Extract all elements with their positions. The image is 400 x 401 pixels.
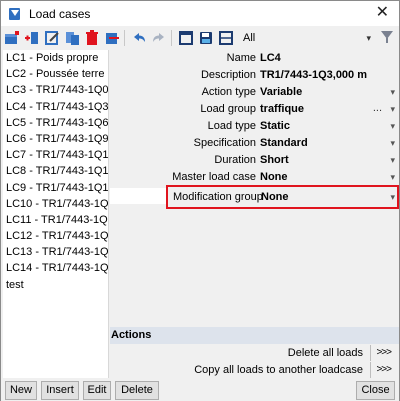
copy-all-loads-label: Copy all loads to another loadcase: [194, 364, 363, 376]
property-row-load-group[interactable]: Load group traffique ... ▾: [110, 102, 398, 118]
list-item[interactable]: LC13 - TR1/7443-1Q3...: [3, 244, 108, 260]
delete-button[interactable]: Delete: [115, 381, 159, 400]
delete-icon[interactable]: [83, 29, 101, 47]
action-type-label: Action type: [201, 86, 256, 98]
insert-icon[interactable]: [23, 29, 41, 47]
copy-icon[interactable]: [63, 29, 81, 47]
name-field[interactable]: LC4: [260, 52, 281, 64]
redo-icon[interactable]: [150, 29, 168, 47]
description-field[interactable]: TR1/7443-1Q3,000 m: [260, 69, 367, 81]
property-row-specification[interactable]: Specification Standard ▾: [110, 136, 398, 152]
chevron-down-icon[interactable]: ▾: [390, 192, 395, 203]
button-bar: New Insert Edit Delete Close: [1, 379, 399, 401]
edit-icon[interactable]: [43, 29, 61, 47]
save-icon[interactable]: [197, 29, 215, 47]
chevron-down-icon[interactable]: ▾: [390, 104, 395, 115]
action-separator: [370, 362, 371, 378]
list-item[interactable]: LC1 - Poids propre: [3, 50, 108, 66]
toolbar-separator: [171, 30, 172, 46]
new-button[interactable]: New: [5, 381, 37, 400]
load-cases-app-icon: [8, 7, 22, 21]
filter-funnel-icon-stem: [386, 38, 388, 43]
list-item[interactable]: LC14 - TR1/7443-1Q3...: [3, 260, 108, 276]
delete-all-loads-label: Delete all loads: [287, 347, 363, 359]
close-window-icon[interactable]: ✕: [376, 4, 389, 22]
close-button[interactable]: Close: [356, 381, 395, 400]
list-item[interactable]: LC9 - TR1/7443-1Q18...: [3, 180, 108, 196]
duration-label: Duration: [214, 154, 256, 166]
load-group-select[interactable]: traffique: [260, 103, 304, 115]
undo-icon[interactable]: [130, 29, 148, 47]
action-row-copy-all-loads: Copy all loads to another loadcase >>>: [110, 362, 399, 378]
save-as-icon[interactable]: [217, 29, 235, 47]
list-item[interactable]: LC2 - Poussée terre: [3, 66, 108, 82]
list-item[interactable]: LC7 - TR1/7443-1Q12...: [3, 147, 108, 163]
actions-header: Actions: [110, 327, 399, 344]
import-icon[interactable]: [103, 29, 121, 47]
delete-all-loads-button[interactable]: >>>: [376, 347, 392, 358]
chevron-down-icon[interactable]: ▾: [390, 87, 395, 98]
load-cases-window: Load cases ✕ All ▾ LC1 - Poids propre LC…: [0, 0, 400, 401]
list-item[interactable]: LC3 - TR1/7443-1Q0,...: [3, 82, 108, 98]
chevron-down-icon: ▾: [366, 33, 371, 43]
master-load-case-label: Master load case: [172, 171, 256, 183]
load-type-select[interactable]: Static: [260, 120, 290, 132]
modification-group-label: Modification group: [173, 191, 263, 203]
action-row-delete-all-loads: Delete all loads >>>: [110, 345, 399, 361]
window-title: Load cases: [29, 6, 91, 21]
specification-select[interactable]: Standard: [260, 137, 308, 149]
list-item[interactable]: LC6 - TR1/7443-1Q9,...: [3, 131, 108, 147]
edit-button[interactable]: Edit: [83, 381, 111, 400]
load-group-browse-button[interactable]: ...: [373, 102, 382, 114]
action-separator: [370, 345, 371, 361]
load-type-label: Load type: [207, 120, 256, 132]
property-row-name[interactable]: Name LC4: [110, 51, 398, 67]
property-row-master-load-case[interactable]: Master load case None ▾: [110, 170, 398, 186]
property-row-modification-group[interactable]: Modification group None ▾: [166, 185, 399, 209]
list-item[interactable]: LC4 - TR1/7443-1Q3,...: [3, 99, 108, 115]
load-case-list[interactable]: LC1 - Poids propre LC2 - Poussée terre L…: [3, 50, 109, 378]
description-label: Description: [200, 69, 256, 81]
property-row-duration[interactable]: Duration Short ▾: [110, 153, 398, 169]
chevron-down-icon[interactable]: ▾: [390, 138, 395, 149]
property-row-description[interactable]: Description TR1/7443-1Q3,000 m: [110, 68, 398, 84]
modification-group-select[interactable]: None: [261, 191, 289, 203]
table-icon[interactable]: [177, 29, 195, 47]
duration-select[interactable]: Short: [260, 154, 289, 166]
list-item[interactable]: LC8 - TR1/7443-1Q15...: [3, 163, 108, 179]
property-row-load-type[interactable]: Load type Static ▾: [110, 119, 398, 135]
filter-select[interactable]: ▾: [235, 30, 375, 46]
name-label: Name: [226, 52, 256, 64]
list-item[interactable]: LC12 - TR1/7443-1Q2...: [3, 228, 108, 244]
list-item[interactable]: LC5 - TR1/7443-1Q6,...: [3, 115, 108, 131]
list-item[interactable]: LC11 - TR1/7443-1Q2...: [3, 212, 108, 228]
new-load-case-icon[interactable]: [3, 29, 21, 47]
master-load-case-select[interactable]: None: [260, 171, 288, 183]
chevron-down-icon[interactable]: ▾: [390, 172, 395, 183]
load-group-label: Load group: [200, 103, 256, 115]
row-background: [110, 188, 166, 204]
list-item[interactable]: LC10 - TR1/7443-1Q2...: [3, 196, 108, 212]
list-item[interactable]: test: [3, 277, 108, 293]
copy-all-loads-button[interactable]: >>>: [376, 364, 392, 375]
specification-label: Specification: [193, 137, 256, 149]
title-bar: Load cases ✕: [1, 1, 399, 26]
toolbar: All ▾: [1, 27, 399, 49]
toolbar-separator: [124, 30, 125, 46]
chevron-down-icon[interactable]: ▾: [390, 121, 395, 132]
insert-button[interactable]: Insert: [41, 381, 79, 400]
property-row-action-type[interactable]: Action type Variable ▾: [110, 85, 398, 101]
chevron-down-icon[interactable]: ▾: [390, 155, 395, 166]
action-type-select[interactable]: Variable: [260, 86, 302, 98]
